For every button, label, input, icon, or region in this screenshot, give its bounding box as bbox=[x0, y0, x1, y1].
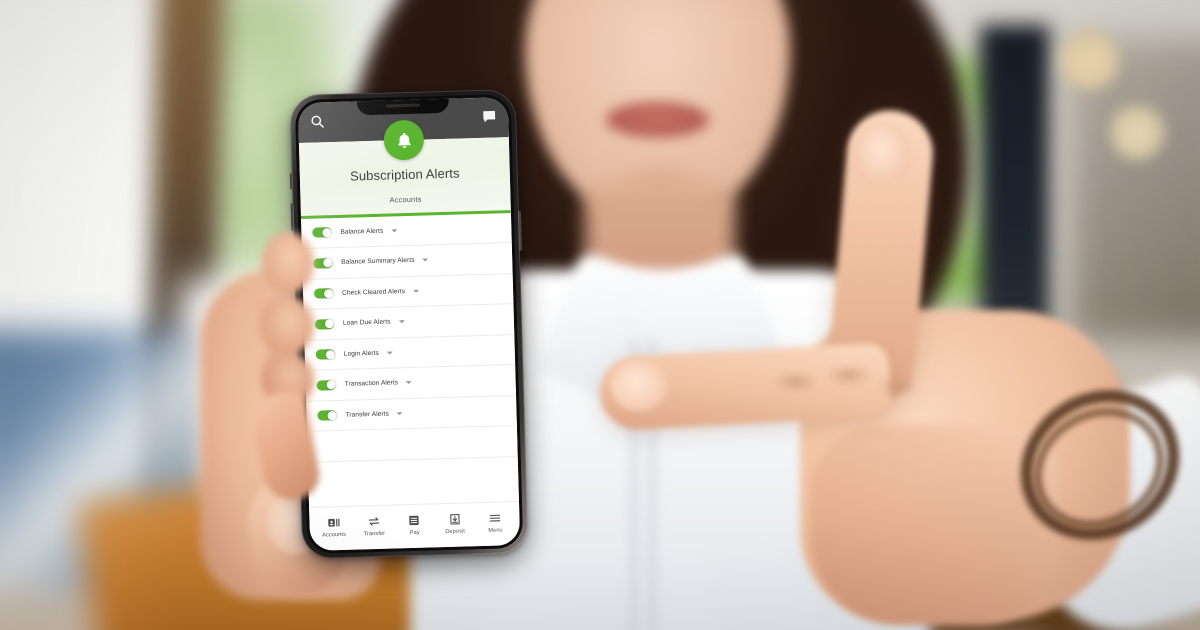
search-icon[interactable] bbox=[309, 113, 325, 129]
bell-icon bbox=[383, 119, 425, 161]
chevron-down-icon[interactable] bbox=[406, 381, 413, 385]
finger-over-phone-middle bbox=[260, 296, 314, 356]
alert-label: Transfer Alerts bbox=[345, 410, 389, 419]
hand-thumbnail bbox=[852, 121, 910, 183]
nav-item-deposit[interactable]: Deposit bbox=[436, 512, 475, 535]
chevron-down-icon[interactable] bbox=[398, 320, 405, 324]
nav-label-transfer: Transfer bbox=[363, 530, 386, 537]
toggle-knob bbox=[324, 319, 334, 329]
toggle-knob bbox=[326, 410, 337, 421]
chevron-down-icon[interactable] bbox=[386, 351, 393, 355]
alert-toggle[interactable] bbox=[315, 349, 335, 360]
nav-item-pay[interactable]: Pay bbox=[395, 513, 434, 536]
phone-notch bbox=[356, 97, 450, 116]
finger-over-phone-top bbox=[262, 232, 314, 294]
phone-body: Subscription Alerts Accounts Balance Ale… bbox=[289, 88, 529, 560]
alert-toggle[interactable] bbox=[316, 379, 336, 391]
alert-label: Transaction Alerts bbox=[344, 379, 399, 389]
nav-item-transfer[interactable]: Transfer bbox=[355, 514, 394, 537]
nav-label-deposit: Deposit bbox=[445, 528, 466, 535]
alert-label: Login Alerts bbox=[343, 349, 379, 358]
alert-toggle[interactable] bbox=[312, 227, 332, 239]
alert-label: Check Cleared Alerts bbox=[342, 287, 406, 297]
chevron-down-icon[interactable] bbox=[391, 229, 398, 233]
alert-toggle[interactable] bbox=[314, 318, 335, 330]
pay-list-icon bbox=[408, 513, 421, 526]
nav-label-accounts: Accounts bbox=[322, 531, 347, 539]
pointing-hand bbox=[598, 95, 1200, 630]
transfer-arrows-icon bbox=[367, 514, 380, 527]
phone-volume-up-button[interactable] bbox=[290, 203, 295, 232]
bottom-navigation: Accounts Transfer Pay Deposit Menu bbox=[309, 500, 521, 551]
alert-label: Balance Summary Alerts bbox=[341, 257, 415, 267]
deposit-download-icon bbox=[448, 512, 461, 525]
nav-item-accounts[interactable]: Accounts bbox=[315, 515, 354, 538]
list-empty-row bbox=[306, 426, 518, 463]
background-bokeh-light-1 bbox=[1060, 30, 1120, 90]
tab-accounts[interactable]: Accounts bbox=[381, 194, 429, 208]
nav-label-menu: Menu bbox=[488, 526, 503, 534]
alert-label: Loan Due Alerts bbox=[342, 318, 391, 328]
toggle-knob bbox=[321, 227, 332, 238]
hand-knuckles bbox=[750, 339, 940, 425]
toggle-knob bbox=[325, 349, 335, 360]
toggle-knob bbox=[323, 288, 333, 299]
hamburger-menu-icon bbox=[489, 511, 502, 524]
chevron-down-icon[interactable] bbox=[396, 412, 403, 416]
message-bubble-icon[interactable] bbox=[481, 108, 497, 124]
accounts-card-icon bbox=[327, 516, 340, 529]
alert-label: Balance Alerts bbox=[340, 227, 384, 236]
phone-bezel: Subscription Alerts Accounts Balance Ale… bbox=[294, 94, 524, 554]
photo-scene: Subscription Alerts Accounts Balance Ale… bbox=[0, 0, 1200, 630]
screen-header: Subscription Alerts Accounts bbox=[298, 119, 511, 219]
toggle-knob bbox=[322, 258, 332, 268]
chevron-down-icon[interactable] bbox=[412, 289, 420, 293]
smartphone: Subscription Alerts Accounts Balance Ale… bbox=[277, 76, 541, 572]
phone-screen: Subscription Alerts Accounts Balance Ale… bbox=[297, 97, 521, 551]
alert-toggle[interactable] bbox=[313, 288, 334, 299]
nav-label-pay: Pay bbox=[409, 529, 420, 536]
toggle-knob bbox=[326, 380, 336, 390]
alert-toggle[interactable] bbox=[313, 257, 333, 269]
phone-mute-switch[interactable] bbox=[289, 173, 294, 190]
alert-toggle[interactable] bbox=[317, 410, 337, 421]
chevron-down-icon[interactable] bbox=[422, 258, 429, 262]
nav-item-menu[interactable]: Menu bbox=[476, 511, 515, 534]
alerts-list[interactable]: Balance Alerts Balance Summary Alerts Ch… bbox=[301, 212, 519, 507]
